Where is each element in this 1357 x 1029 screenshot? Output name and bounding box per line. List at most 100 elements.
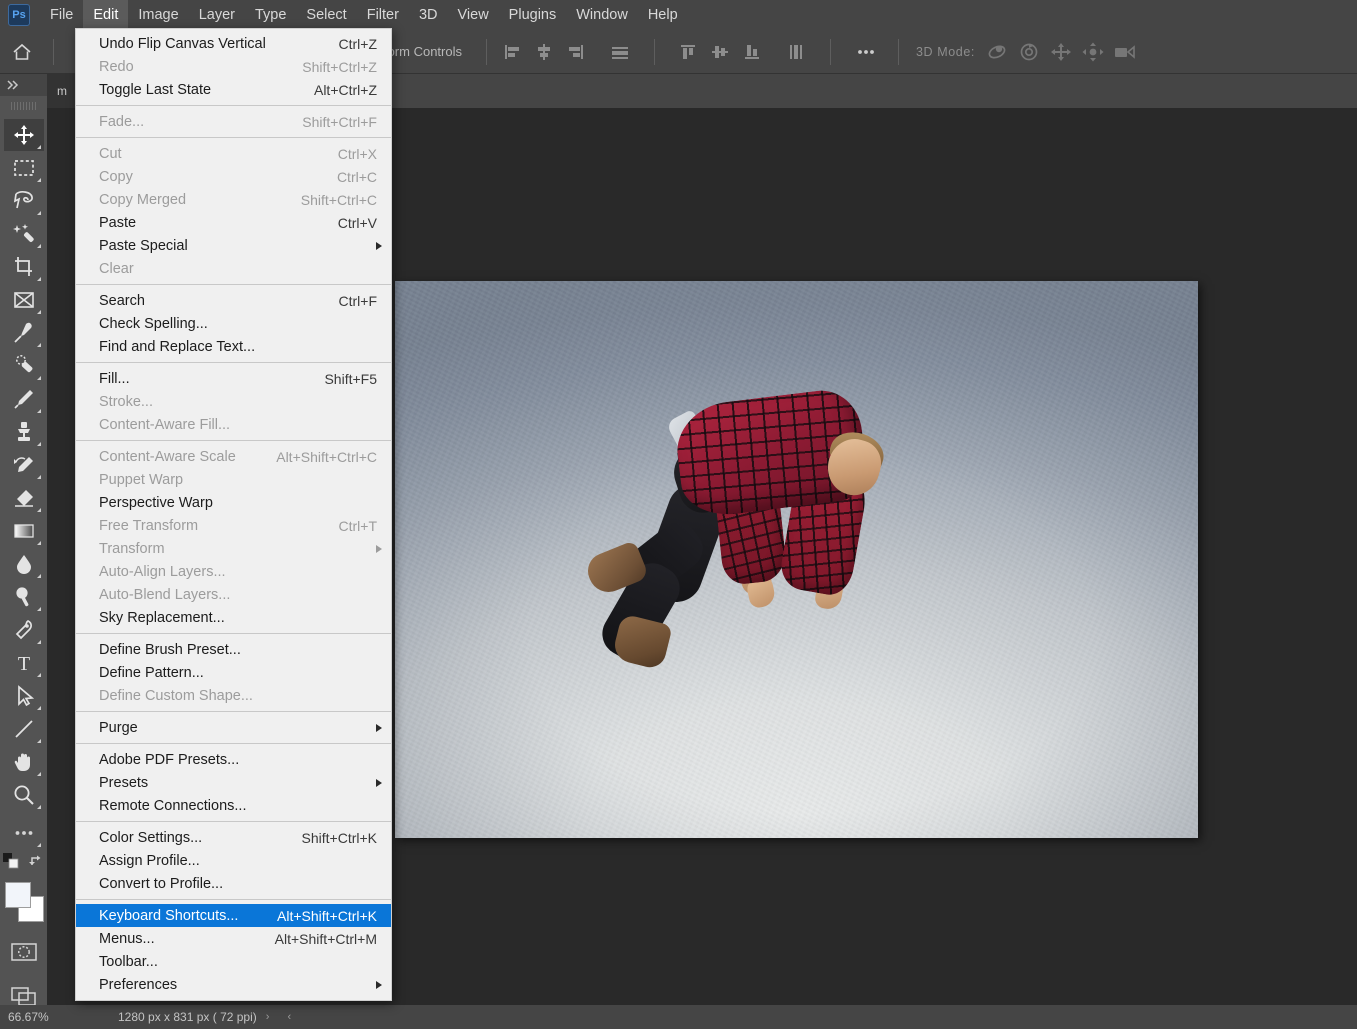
orbit-3d-icon[interactable]: [981, 37, 1013, 67]
menu-bar-item-edit[interactable]: Edit: [83, 0, 129, 30]
tools-panel-expand[interactable]: [0, 74, 47, 96]
align-right-edges-icon[interactable]: [560, 37, 592, 67]
menu-item-shortcut: Ctrl+V: [337, 214, 377, 231]
menu-item-shortcut: Ctrl+X: [337, 145, 377, 162]
pan-3d-icon[interactable]: [1045, 37, 1077, 67]
eraser-tool[interactable]: [4, 482, 44, 514]
menu-item-shortcut: Shift+F5: [324, 370, 377, 387]
roll-3d-icon[interactable]: [1013, 37, 1045, 67]
pen-tool[interactable]: [4, 614, 44, 646]
menu-item-undo-flip-canvas-vertical[interactable]: Undo Flip Canvas Vertical Ctrl+Z: [76, 32, 391, 55]
quick-mask-mode-icon[interactable]: [4, 936, 44, 968]
menu-item-label: Perspective Warp: [99, 494, 213, 511]
align-horizontal-centers-icon[interactable]: [528, 37, 560, 67]
menu-item-preferences[interactable]: Preferences: [76, 973, 391, 996]
default-foreground-background-icon[interactable]: [2, 853, 19, 874]
tool-corner-indicator: [36, 211, 41, 215]
three-d-mode-label: 3D Mode:: [915, 44, 975, 59]
align-top-edges-icon[interactable]: [672, 37, 704, 67]
menu-item-assign-profile[interactable]: Assign Profile...: [76, 849, 391, 872]
distribute-horizontally-icon[interactable]: [604, 37, 636, 67]
menu-item-toggle-last-state[interactable]: Toggle Last State Alt+Ctrl+Z: [76, 78, 391, 101]
menu-item-remote-connections[interactable]: Remote Connections...: [76, 794, 391, 817]
align-bottom-edges-icon[interactable]: [736, 37, 768, 67]
horizontal-type-tool[interactable]: T: [4, 647, 44, 679]
tools-panel-grip[interactable]: [10, 99, 37, 113]
distribute-vertically-icon[interactable]: [780, 37, 812, 67]
menu-item-perspective-warp[interactable]: Perspective Warp: [76, 491, 391, 514]
foreground-color-swatch[interactable]: [4, 882, 31, 908]
menu-item-menus[interactable]: Menus... Alt+Shift+Ctrl+M: [76, 927, 391, 950]
edit-dropdown-menu[interactable]: Undo Flip Canvas Vertical Ctrl+Z Redo Shift…: [75, 28, 392, 1001]
align-vertical-centers-icon[interactable]: [704, 37, 736, 67]
zoom-tool[interactable]: [4, 779, 44, 811]
menu-bar-item-filter[interactable]: Filter: [357, 0, 409, 30]
zoom-level-field[interactable]: 66.67%: [0, 1005, 102, 1029]
menu-item-redo: Redo Shift+Ctrl+Z: [76, 55, 391, 78]
menu-item-adobe-pdf-presets[interactable]: Adobe PDF Presets...: [76, 748, 391, 771]
camera-3d-icon[interactable]: [1109, 37, 1141, 67]
menu-item-label: Define Brush Preset...: [99, 641, 241, 658]
frame-tool[interactable]: [4, 284, 44, 316]
slide-3d-icon[interactable]: [1077, 37, 1109, 67]
move-tool[interactable]: [3, 119, 44, 151]
options-divider: [53, 38, 54, 65]
menu-separator: [76, 743, 391, 744]
ellipsis-icon[interactable]: [850, 37, 882, 67]
menu-item-define-pattern[interactable]: Define Pattern...: [76, 661, 391, 684]
menu-item-convert-to-profile[interactable]: Convert to Profile...: [76, 872, 391, 895]
blur-tool[interactable]: [4, 548, 44, 580]
menu-item-paste[interactable]: Paste Ctrl+V: [76, 211, 391, 234]
menu-bar-item-select[interactable]: Select: [296, 0, 356, 30]
menu-item-paste-special[interactable]: Paste Special: [76, 234, 391, 257]
crop-tool[interactable]: [4, 251, 44, 283]
menu-item-label: Fade...: [99, 113, 145, 130]
brush-tool[interactable]: [4, 383, 44, 415]
menu-item-define-brush-preset[interactable]: Define Brush Preset...: [76, 638, 391, 661]
menu-item-purge[interactable]: Purge: [76, 716, 391, 739]
document-canvas[interactable]: [395, 281, 1198, 838]
gradient-tool[interactable]: [4, 515, 44, 547]
object-selection-tool[interactable]: [4, 218, 44, 250]
lasso-tool[interactable]: [4, 185, 44, 217]
home-button[interactable]: [0, 30, 44, 74]
menu-item-toolbar[interactable]: Toolbar...: [76, 950, 391, 973]
status-prev-arrow[interactable]: ‹: [278, 1011, 300, 1023]
menu-bar-item-help[interactable]: Help: [638, 0, 688, 30]
menu-bar-item-file[interactable]: File: [40, 0, 83, 30]
menu-bar-item-layer[interactable]: Layer: [189, 0, 245, 30]
eyedropper-tool[interactable]: [4, 317, 44, 349]
menu-item-presets[interactable]: Presets: [76, 771, 391, 794]
menu-bar-item-plugins[interactable]: Plugins: [499, 0, 567, 30]
menu-item-define-custom-shape: Define Custom Shape...: [76, 684, 391, 707]
menu-bar-item-window[interactable]: Window: [566, 0, 638, 30]
menu-item-fill[interactable]: Fill... Shift+F5: [76, 367, 391, 390]
path-selection-tool[interactable]: [4, 680, 44, 712]
hand-tool[interactable]: [4, 746, 44, 778]
photoshop-logo: Ps: [8, 4, 30, 26]
rectangular-marquee-tool[interactable]: [4, 152, 44, 184]
status-next-arrow[interactable]: ›: [257, 1011, 279, 1023]
menu-bar-item-type[interactable]: Type: [245, 0, 296, 30]
menu-bar-item-view[interactable]: View: [448, 0, 499, 30]
menu-item-keyboard-shortcuts[interactable]: Keyboard Shortcuts... Alt+Shift+Ctrl+K: [76, 904, 391, 927]
menu-bar-item-image[interactable]: Image: [128, 0, 188, 30]
menu-item-label: Purge: [99, 719, 138, 736]
align-left-edges-icon[interactable]: [496, 37, 528, 67]
tool-corner-indicator: [36, 244, 41, 248]
menu-item-sky-replacement[interactable]: Sky Replacement...: [76, 606, 391, 629]
line-shape-tool[interactable]: [4, 713, 44, 745]
menu-item-copy-merged: Copy Merged Shift+Ctrl+C: [76, 188, 391, 211]
menu-item-check-spelling[interactable]: Check Spelling...: [76, 312, 391, 335]
menu-bar-item-3d[interactable]: 3D: [409, 0, 448, 30]
menu-item-find-and-replace-text[interactable]: Find and Replace Text...: [76, 335, 391, 358]
history-brush-tool[interactable]: [4, 449, 44, 481]
edit-toolbar-tool[interactable]: [4, 817, 44, 849]
menu-item-search[interactable]: Search Ctrl+F: [76, 289, 391, 312]
swap-foreground-background-icon[interactable]: [28, 853, 45, 874]
dodge-tool[interactable]: [4, 581, 44, 613]
tool-corner-indicator: [36, 739, 41, 743]
clone-stamp-tool[interactable]: [4, 416, 44, 448]
menu-item-color-settings[interactable]: Color Settings... Shift+Ctrl+K: [76, 826, 391, 849]
spot-healing-brush-tool[interactable]: [4, 350, 44, 382]
